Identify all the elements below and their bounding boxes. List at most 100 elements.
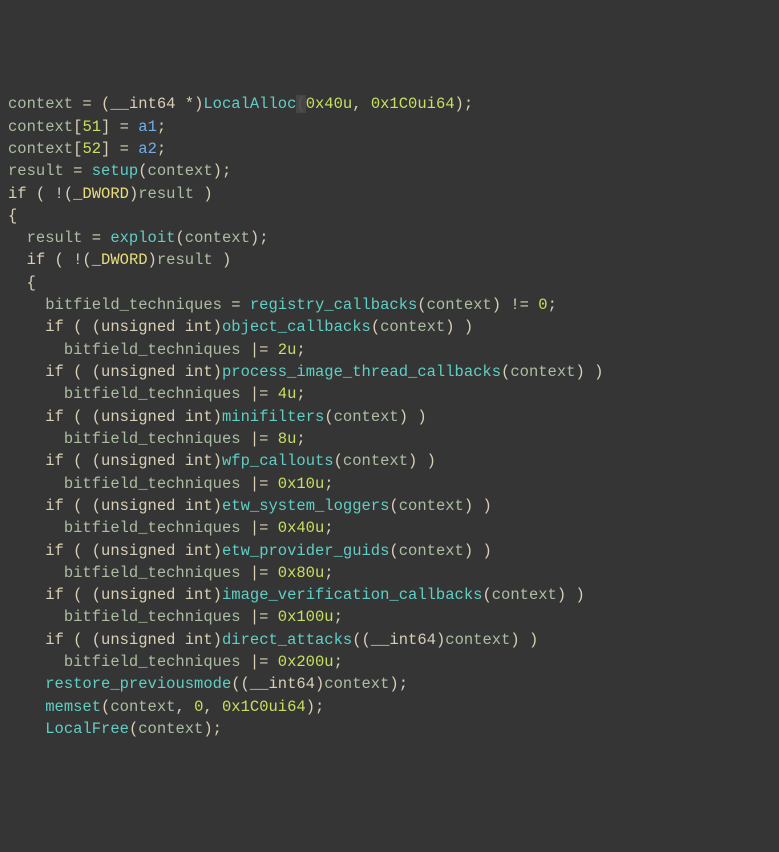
number: 0x100u <box>278 608 334 626</box>
token: ); <box>389 675 408 693</box>
token: ( <box>389 497 398 515</box>
code-line: LocalFree(context); <box>8 718 771 740</box>
type: __int64 <box>250 675 315 693</box>
keyword: if <box>45 452 64 470</box>
number: 0 <box>194 698 203 716</box>
code-line: if ( !(_DWORD)result ) <box>8 183 771 205</box>
token: |= <box>241 430 278 448</box>
code-line: if ( (unsigned int)direct_attacks((__int… <box>8 629 771 651</box>
decompiler-code-view[interactable]: context = (__int64 *)LocalAlloc(0x40u, 0… <box>8 93 771 740</box>
token: ; <box>548 296 557 314</box>
code-line: context[51] = a1; <box>8 116 771 138</box>
token: (( <box>352 631 371 649</box>
variable: result <box>157 251 213 269</box>
token: ( <box>175 229 184 247</box>
token: ) <box>213 251 232 269</box>
token: , <box>352 95 371 113</box>
variable: bitfield_techniques <box>45 296 222 314</box>
token: ( ( <box>64 542 101 560</box>
code-line: if ( (unsigned int)etw_provider_guids(co… <box>8 540 771 562</box>
brace: { <box>27 274 36 292</box>
token: ; <box>296 430 305 448</box>
token: ) <box>492 296 511 314</box>
number: 0x10u <box>278 475 325 493</box>
token: ( <box>129 720 138 738</box>
number: 0x1C0ui64 <box>222 698 306 716</box>
token: ) <box>213 452 222 470</box>
token: ) <box>213 542 222 560</box>
token: ) <box>213 631 222 649</box>
function-call: registry_callbacks <box>250 296 417 314</box>
token: , <box>175 698 194 716</box>
code-line: context[52] = a2; <box>8 138 771 160</box>
token: = <box>64 162 92 180</box>
function-call: setup <box>92 162 139 180</box>
token: ) ) <box>575 363 603 381</box>
number: 0x1C0ui64 <box>371 95 455 113</box>
token: = <box>82 229 110 247</box>
keyword: if <box>45 586 64 604</box>
variable: context <box>8 140 73 158</box>
parameter: a1 <box>138 118 157 136</box>
code-line: memset(context, 0, 0x1C0ui64); <box>8 696 771 718</box>
number: 0x200u <box>278 653 334 671</box>
function-call: LocalFree <box>45 720 129 738</box>
token: ( <box>324 408 333 426</box>
type: unsigned int <box>101 452 213 470</box>
token: ) <box>213 586 222 604</box>
token: ; <box>324 475 333 493</box>
token: = <box>222 296 250 314</box>
token <box>529 296 538 314</box>
token: ) <box>129 185 138 203</box>
code-line: if ( (unsigned int)image_verification_ca… <box>8 584 771 606</box>
code-line: bitfield_techniques |= 8u; <box>8 428 771 450</box>
code-line: if ( (unsigned int)minifilters(context) … <box>8 406 771 428</box>
type: unsigned int <box>101 408 213 426</box>
code-line: bitfield_techniques |= 2u; <box>8 339 771 361</box>
token: ( ( <box>64 363 101 381</box>
code-line: bitfield_techniques |= 4u; <box>8 383 771 405</box>
variable: context <box>138 720 203 738</box>
bracket-highlight: ( <box>296 95 305 113</box>
variable: bitfield_techniques <box>64 475 241 493</box>
function-call: exploit <box>110 229 175 247</box>
token: ] = <box>101 140 138 158</box>
token: |= <box>241 341 278 359</box>
variable: context <box>334 408 399 426</box>
token: ) ) <box>557 586 585 604</box>
token: ) <box>194 95 203 113</box>
type: __int64 <box>371 631 436 649</box>
function-call: object_callbacks <box>222 318 371 336</box>
token: |= <box>241 385 278 403</box>
number: 4u <box>278 385 297 403</box>
token: ); <box>203 720 222 738</box>
token: ) <box>213 497 222 515</box>
variable: context <box>380 318 445 336</box>
code-line: bitfield_techniques = registry_callbacks… <box>8 294 771 316</box>
number: 0x40u <box>278 519 325 537</box>
variable: context <box>510 363 575 381</box>
function-call: minifilters <box>222 408 324 426</box>
token: ( <box>417 296 426 314</box>
keyword: if <box>45 497 64 515</box>
token: |= <box>241 564 278 582</box>
function-call: memset <box>45 698 101 716</box>
token: ( <box>501 363 510 381</box>
variable: context <box>324 675 389 693</box>
number: 0x80u <box>278 564 325 582</box>
token: ( <box>371 318 380 336</box>
keyword: if <box>45 408 64 426</box>
type: unsigned int <box>101 363 213 381</box>
type: unsigned int <box>101 497 213 515</box>
type-cast: __int64 * <box>110 95 194 113</box>
token: ( <box>389 542 398 560</box>
token: ) ) <box>464 497 492 515</box>
token: ( ( <box>64 452 101 470</box>
token: (( <box>231 675 250 693</box>
type: unsigned int <box>101 542 213 560</box>
variable: result <box>27 229 83 247</box>
variable: context <box>343 452 408 470</box>
type: unsigned int <box>101 318 213 336</box>
parameter: a2 <box>138 140 157 158</box>
token: ( ( <box>64 318 101 336</box>
